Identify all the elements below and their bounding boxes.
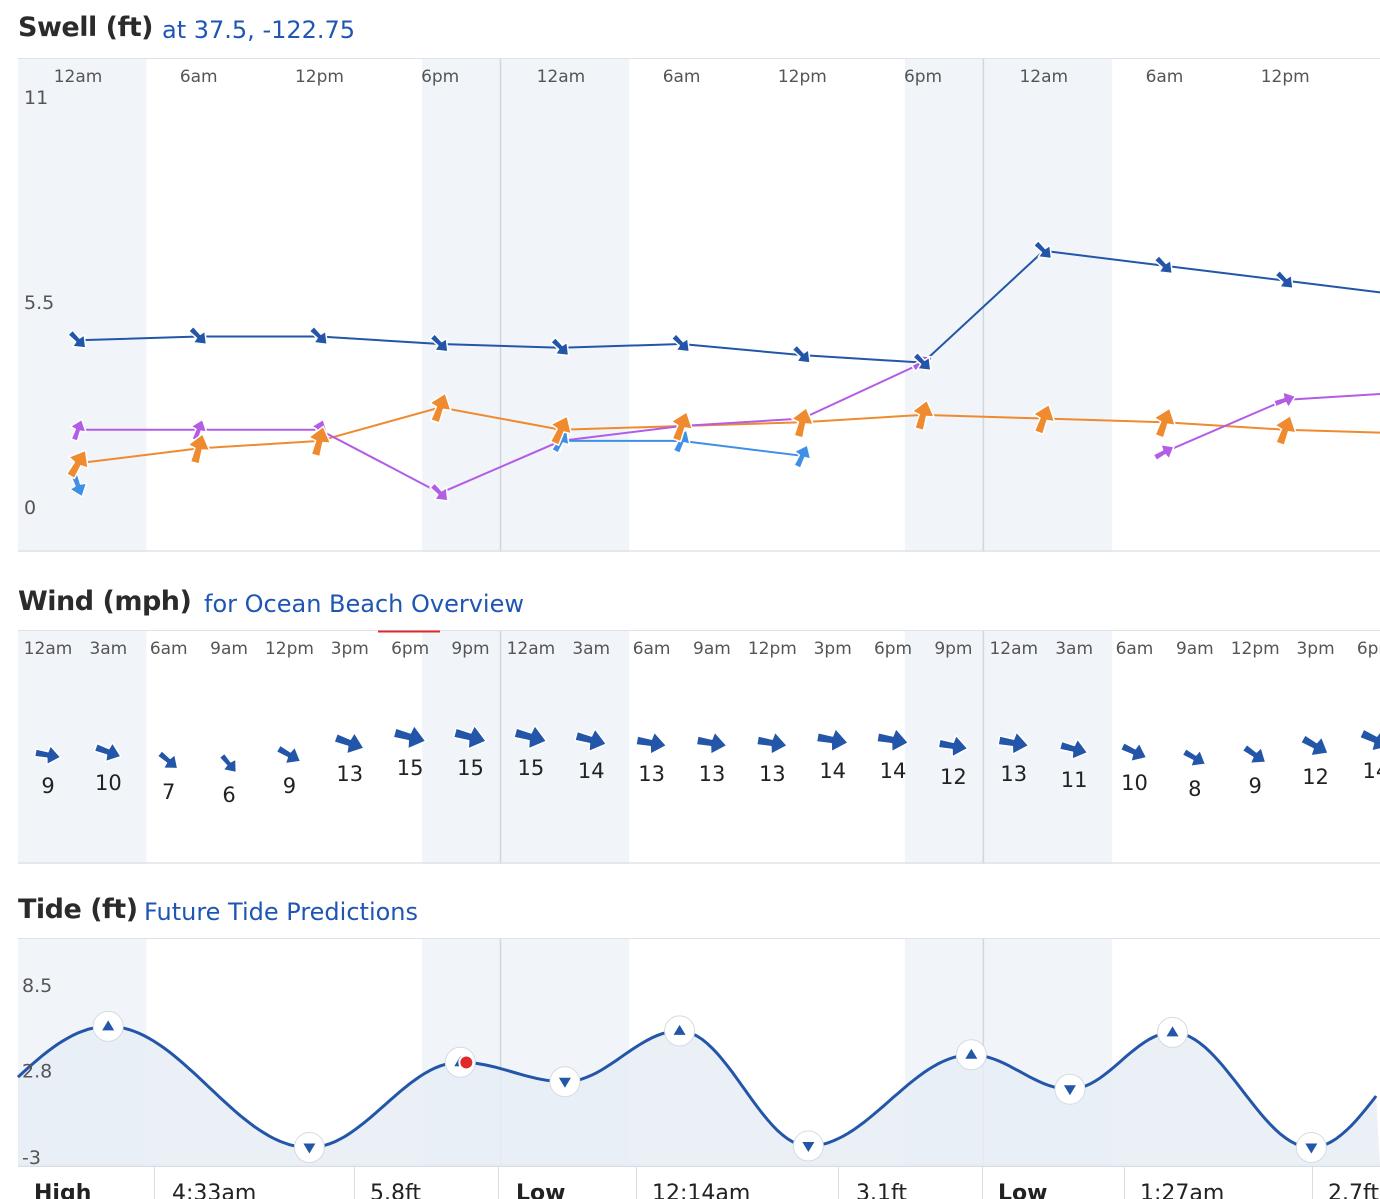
wind-x-tick-label: 6am bbox=[633, 639, 671, 659]
wind-speed-label: 9 bbox=[1249, 774, 1262, 798]
wind-x-tick-label: 9am bbox=[210, 639, 248, 659]
swell-x-tick-label: 12am bbox=[54, 67, 103, 87]
tide-table-divider bbox=[982, 1167, 983, 1199]
tide-table-divider bbox=[838, 1167, 839, 1199]
wind-chart: 12am 3am 6am 9am 12pm 3pm 6pm 9pm 12am 3am 6am 9am 1… bbox=[18, 630, 1380, 864]
wind-x-tick-label: 12pm bbox=[1231, 639, 1280, 659]
tide-table-divider bbox=[354, 1167, 355, 1199]
tide-table-type-2: Low bbox=[516, 1181, 566, 1199]
tide-chart: 8.5 2.8 -3 bbox=[16, 938, 1380, 1166]
tide-table-type-3: Low bbox=[998, 1181, 1048, 1199]
wind-speed-label: 12 bbox=[940, 765, 967, 789]
wind-x-tick-label: 12am bbox=[507, 639, 556, 659]
wind-x-tick-label: 3am bbox=[89, 639, 127, 659]
wind-speed-label: 14 bbox=[1363, 759, 1380, 783]
wind-speed-label: 10 bbox=[1121, 771, 1148, 795]
wind-speed-label: 15 bbox=[457, 756, 484, 780]
tide-predictions-link[interactable]: Future Tide Predictions bbox=[144, 898, 418, 926]
wind-title: Wind (mph) bbox=[18, 586, 192, 617]
tide-table-divider bbox=[636, 1167, 637, 1199]
swell-y-tick-label: 11 bbox=[24, 87, 48, 109]
swell-night-band bbox=[904, 58, 1113, 552]
wind-x-tick-label: 12am bbox=[24, 639, 73, 659]
wind-speed-label: 15 bbox=[397, 756, 424, 780]
wind-x-tick-label: 9pm bbox=[451, 639, 489, 659]
swell-location-link[interactable]: at 37.5, -122.75 bbox=[162, 16, 355, 44]
wind-speed-label: 13 bbox=[1000, 762, 1027, 786]
swell-x-tick-label: 12am bbox=[1019, 67, 1068, 87]
tide-table-type-1: High bbox=[34, 1181, 92, 1199]
swell-plot-area bbox=[18, 58, 1380, 552]
wind-x-tick-label: 6pm bbox=[1357, 639, 1380, 659]
wind-x-tick-label: 6am bbox=[1116, 639, 1154, 659]
wind-x-tick-label: 9am bbox=[693, 639, 731, 659]
wind-x-tick-label: 12pm bbox=[748, 639, 797, 659]
tide-table-height-1: 5.8ft bbox=[370, 1181, 421, 1199]
wind-speed-label: 14 bbox=[880, 759, 907, 783]
wind-speed-label: 15 bbox=[518, 756, 545, 780]
tide-table-time-1: 4:33am bbox=[172, 1181, 257, 1199]
tide-now-marker bbox=[458, 1054, 475, 1071]
tide-table-height-2: 3.1ft bbox=[856, 1181, 907, 1199]
swell-x-tick-label: 6am bbox=[663, 67, 701, 87]
wind-speed-label: 13 bbox=[336, 762, 363, 786]
tide-table-divider bbox=[1124, 1167, 1125, 1199]
tide-table-time-2: 12:14am bbox=[652, 1181, 751, 1199]
wind-spot-link[interactable]: for Ocean Beach Overview bbox=[204, 590, 524, 618]
swell-chart: 12am 6am 12pm 6pm 12am 6am 12pm 6pm 12am 6am 12pm 1… bbox=[18, 58, 1380, 552]
tide-table-time-3: 1:27am bbox=[1140, 1181, 1225, 1199]
tide-y-tick-label: -3 bbox=[22, 1147, 41, 1166]
swell-x-tick-label: 12pm bbox=[295, 67, 344, 87]
swell-y-tick-label: 0 bbox=[24, 497, 36, 519]
wind-x-tick-label: 3am bbox=[572, 639, 610, 659]
wind-x-tick-label: 6am bbox=[150, 639, 188, 659]
wind-speed-label: 11 bbox=[1061, 768, 1088, 792]
wind-x-tick-label: 12pm bbox=[265, 639, 314, 659]
wind-speed-label: 14 bbox=[578, 759, 605, 783]
swell-title: Swell (ft) bbox=[18, 12, 153, 43]
swell-x-tick-label: 6pm bbox=[904, 67, 942, 87]
wind-x-tick-label: 12am bbox=[989, 639, 1038, 659]
wind-x-tick-label: 3pm bbox=[331, 639, 369, 659]
wind-speed-label: 6 bbox=[222, 783, 235, 807]
swell-x-tick-label: 6pm bbox=[421, 67, 459, 87]
wind-x-tick-label: 3pm bbox=[814, 639, 852, 659]
swell-y-tick-label: 5.5 bbox=[24, 292, 54, 314]
wind-speed-label: 13 bbox=[638, 762, 665, 786]
tide-title: Tide (ft) bbox=[18, 894, 138, 925]
wind-speed-label: 13 bbox=[759, 762, 786, 786]
wind-speed-label: 9 bbox=[283, 774, 296, 798]
tide-table-divider bbox=[1312, 1167, 1313, 1199]
wind-speed-label: 10 bbox=[95, 771, 122, 795]
tide-table-height-3: 2.7ft bbox=[1328, 1181, 1379, 1199]
tide-table-divider bbox=[154, 1167, 155, 1199]
swell-x-tick-label: 12am bbox=[537, 67, 586, 87]
wind-speed-label: 9 bbox=[41, 774, 54, 798]
wind-speed-label: 13 bbox=[699, 762, 726, 786]
wind-speed-label: 8 bbox=[1188, 777, 1201, 801]
swell-x-tick-label: 12pm bbox=[778, 67, 827, 87]
wind-speed-label: 12 bbox=[1302, 765, 1329, 789]
wind-x-tick-label: 9pm bbox=[934, 639, 972, 659]
tide-y-tick-label: 8.5 bbox=[22, 975, 52, 997]
wind-x-tick-label: 9am bbox=[1176, 639, 1214, 659]
tide-table-divider bbox=[498, 1167, 499, 1199]
swell-night-band bbox=[422, 58, 630, 552]
wind-x-tick-label: 3am bbox=[1055, 639, 1093, 659]
swell-x-tick-label: 6am bbox=[180, 67, 218, 87]
wind-x-tick-label: 6pm bbox=[874, 639, 912, 659]
wind-night-band bbox=[18, 630, 147, 864]
swell-x-tick-label: 6am bbox=[1146, 67, 1184, 87]
swell-x-tick-label: 12pm bbox=[1261, 67, 1310, 87]
wind-speed-label: 14 bbox=[819, 759, 846, 783]
wind-speed-label: 7 bbox=[162, 780, 175, 804]
wind-x-tick-label: 6pm bbox=[391, 639, 429, 659]
tide-table: High 4:33am 5.8ft Low 12:14am 3.1ft Low … bbox=[18, 1166, 1380, 1199]
wind-plot-area bbox=[18, 630, 1380, 864]
wind-x-tick-label: 3pm bbox=[1296, 639, 1334, 659]
tide-y-tick-label: 2.8 bbox=[22, 1060, 52, 1082]
